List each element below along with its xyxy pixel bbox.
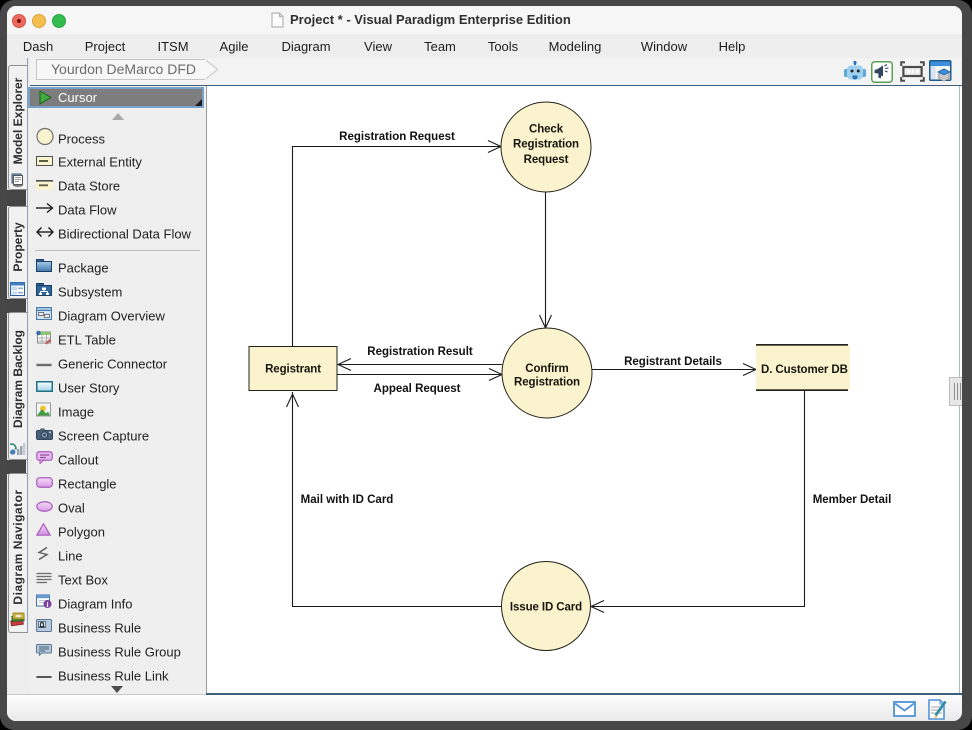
svg-text:Appeal Request: Appeal Request — [374, 383, 461, 395]
svg-text:Registrant: Registrant — [265, 364, 321, 376]
svg-text:Registration: Registration — [513, 139, 579, 151]
svg-text:i: i — [46, 600, 48, 608]
svg-text:Mail with ID Card: Mail with ID Card — [301, 494, 394, 506]
svg-text:Registration Result: Registration Result — [367, 346, 473, 358]
svg-text:Member Detail: Member Detail — [813, 494, 892, 506]
svg-text:Issue ID Card: Issue ID Card — [510, 602, 582, 614]
svg-text:Request: Request — [524, 154, 569, 166]
svg-text:Registrant Details: Registrant Details — [624, 356, 722, 368]
svg-text:Check: Check — [529, 124, 564, 136]
svg-text:Registration: Registration — [514, 377, 580, 389]
svg-text:Confirm: Confirm — [525, 363, 568, 375]
svg-text:Registration Request: Registration Request — [339, 131, 455, 143]
svg-text:D. Customer DB: D. Customer DB — [761, 364, 848, 376]
